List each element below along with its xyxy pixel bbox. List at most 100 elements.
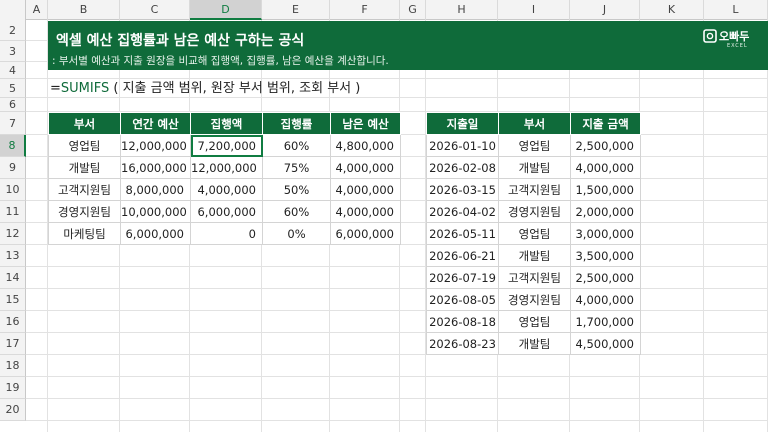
table-cell[interactable]: 75% bbox=[262, 156, 331, 179]
table-cell[interactable]: 6,000,000 bbox=[190, 200, 263, 223]
column-header-f[interactable]: F bbox=[330, 0, 400, 20]
table-cell[interactable]: 60% bbox=[262, 200, 331, 223]
budget-table-header-cell[interactable]: 연간 예산 bbox=[120, 112, 191, 135]
table-cell[interactable]: 50% bbox=[262, 178, 331, 201]
table-cell[interactable]: 3,000,000 bbox=[570, 222, 641, 245]
table-cell[interactable]: 2026-08-23 bbox=[426, 332, 499, 355]
select-all-corner[interactable] bbox=[0, 0, 26, 20]
row-header-19[interactable]: 19 bbox=[0, 377, 26, 399]
table-cell[interactable]: 경영지원팀 bbox=[498, 200, 571, 223]
table-cell[interactable]: 영업팀 bbox=[498, 222, 571, 245]
column-header-l[interactable]: L bbox=[704, 0, 768, 20]
ledger-table-header-cell[interactable]: 지출일 bbox=[426, 112, 499, 135]
table-cell[interactable]: 1,700,000 bbox=[570, 310, 641, 333]
column-header-i[interactable]: I bbox=[498, 0, 570, 20]
table-cell[interactable]: 2026-03-15 bbox=[426, 178, 499, 201]
banner-subtitle: : 부서별 예산과 지출 원장을 비교해 집행액, 집행률, 남은 예산을 계산… bbox=[52, 55, 389, 67]
table-cell[interactable]: 경영지원팀 bbox=[48, 200, 121, 223]
table-cell[interactable]: 4,000,000 bbox=[330, 200, 401, 223]
table-cell[interactable]: 4,000,000 bbox=[570, 288, 641, 311]
row-header-13[interactable]: 13 bbox=[0, 245, 26, 267]
row-header-10[interactable]: 10 bbox=[0, 179, 26, 201]
table-cell[interactable]: 마케팅팀 bbox=[48, 222, 121, 245]
table-cell[interactable]: 4,000,000 bbox=[190, 178, 263, 201]
table-cell[interactable]: 영업팀 bbox=[48, 134, 121, 157]
table-cell[interactable]: 2026-06-21 bbox=[426, 244, 499, 267]
table-cell[interactable]: 1,500,000 bbox=[570, 178, 641, 201]
table-cell[interactable]: 개발팀 bbox=[48, 156, 121, 179]
gridline-horizontal bbox=[26, 376, 768, 377]
table-cell[interactable]: 영업팀 bbox=[498, 310, 571, 333]
row-header-17[interactable]: 17 bbox=[0, 333, 26, 355]
table-cell[interactable]: 고객지원팀 bbox=[498, 266, 571, 289]
table-cell[interactable]: 10,000,000 bbox=[120, 200, 191, 223]
table-cell[interactable]: 4,800,000 bbox=[330, 134, 401, 157]
table-cell[interactable]: 2026-08-18 bbox=[426, 310, 499, 333]
table-cell[interactable]: 4,000,000 bbox=[330, 156, 401, 179]
row-header-4[interactable]: 4 bbox=[0, 62, 26, 79]
row-header-9[interactable]: 9 bbox=[0, 157, 26, 179]
row-header-12[interactable]: 12 bbox=[0, 223, 26, 245]
table-cell[interactable]: 12,000,000 bbox=[190, 156, 263, 179]
budget-table-header-cell[interactable]: 부서 bbox=[48, 112, 121, 135]
column-header-c[interactable]: C bbox=[120, 0, 190, 20]
table-row: 2026-03-15 고객지원팀 1,500,000 bbox=[426, 178, 641, 201]
row-header-2[interactable]: 2 bbox=[0, 20, 26, 41]
table-cell[interactable]: 16,000,000 bbox=[120, 156, 191, 179]
ledger-table-header-cell[interactable]: 지출 금액 bbox=[570, 112, 641, 135]
table-row: 2026-01-10 영업팀 2,500,000 bbox=[426, 134, 641, 157]
table-cell[interactable]: 2,000,000 bbox=[570, 200, 641, 223]
table-cell[interactable]: 12,000,000 bbox=[120, 134, 191, 157]
row-header-8[interactable]: 8 bbox=[0, 135, 26, 157]
table-cell[interactable]: 8,000,000 bbox=[120, 178, 191, 201]
table-cell[interactable]: 4,000,000 bbox=[330, 178, 401, 201]
table-cell[interactable]: 개발팀 bbox=[498, 156, 571, 179]
row-header-7[interactable]: 7 bbox=[0, 112, 26, 135]
budget-table-header-cell[interactable]: 남은 예산 bbox=[330, 112, 401, 135]
table-cell[interactable]: 고객지원팀 bbox=[48, 178, 121, 201]
table-cell[interactable]: 4,000,000 bbox=[570, 156, 641, 179]
column-header-e[interactable]: E bbox=[262, 0, 330, 20]
gridline-vertical bbox=[703, 20, 704, 432]
row-header-5[interactable]: 5 bbox=[0, 79, 26, 98]
table-cell[interactable]: 7,200,000 bbox=[190, 134, 263, 157]
table-cell[interactable]: 0 bbox=[190, 222, 263, 245]
table-cell[interactable]: 2026-02-08 bbox=[426, 156, 499, 179]
table-cell[interactable]: 2026-08-05 bbox=[426, 288, 499, 311]
row-header-15[interactable]: 15 bbox=[0, 289, 26, 311]
row-header-18[interactable]: 18 bbox=[0, 355, 26, 377]
table-cell[interactable]: 3,500,000 bbox=[570, 244, 641, 267]
table-cell[interactable]: 2026-05-11 bbox=[426, 222, 499, 245]
column-header-a[interactable]: A bbox=[26, 0, 48, 20]
budget-table-header-cell[interactable]: 집행률 bbox=[262, 112, 331, 135]
column-header-b[interactable]: B bbox=[48, 0, 120, 20]
table-cell[interactable]: 4,500,000 bbox=[570, 332, 641, 355]
row-header-14[interactable]: 14 bbox=[0, 267, 26, 289]
table-cell[interactable]: 2026-01-10 bbox=[426, 134, 499, 157]
table-cell[interactable]: 2026-04-02 bbox=[426, 200, 499, 223]
table-cell[interactable]: 고객지원팀 bbox=[498, 178, 571, 201]
budget-table-header-cell[interactable]: 집행액 bbox=[190, 112, 263, 135]
row-header-20[interactable]: 20 bbox=[0, 399, 26, 421]
row-header-6[interactable]: 6 bbox=[0, 98, 26, 112]
table-cell[interactable]: 영업팀 bbox=[498, 134, 571, 157]
table-cell[interactable]: 0% bbox=[262, 222, 331, 245]
row-header-16[interactable]: 16 bbox=[0, 311, 26, 333]
table-cell[interactable]: 2,500,000 bbox=[570, 266, 641, 289]
column-header-h[interactable]: H bbox=[426, 0, 498, 20]
table-cell[interactable]: 경영지원팀 bbox=[498, 288, 571, 311]
ledger-table-header-cell[interactable]: 부서 bbox=[498, 112, 571, 135]
table-cell[interactable]: 개발팀 bbox=[498, 244, 571, 267]
table-cell[interactable]: 2026-07-19 bbox=[426, 266, 499, 289]
column-header-g[interactable]: G bbox=[400, 0, 426, 20]
table-cell[interactable]: 개발팀 bbox=[498, 332, 571, 355]
column-header-j[interactable]: J bbox=[570, 0, 640, 20]
row-header-11[interactable]: 11 bbox=[0, 201, 26, 223]
column-header-d[interactable]: D bbox=[190, 0, 262, 20]
column-header-k[interactable]: K bbox=[640, 0, 704, 20]
table-cell[interactable]: 6,000,000 bbox=[120, 222, 191, 245]
table-cell[interactable]: 2,500,000 bbox=[570, 134, 641, 157]
table-cell[interactable]: 60% bbox=[262, 134, 331, 157]
table-cell[interactable]: 6,000,000 bbox=[330, 222, 401, 245]
row-header-3[interactable]: 3 bbox=[0, 41, 26, 62]
